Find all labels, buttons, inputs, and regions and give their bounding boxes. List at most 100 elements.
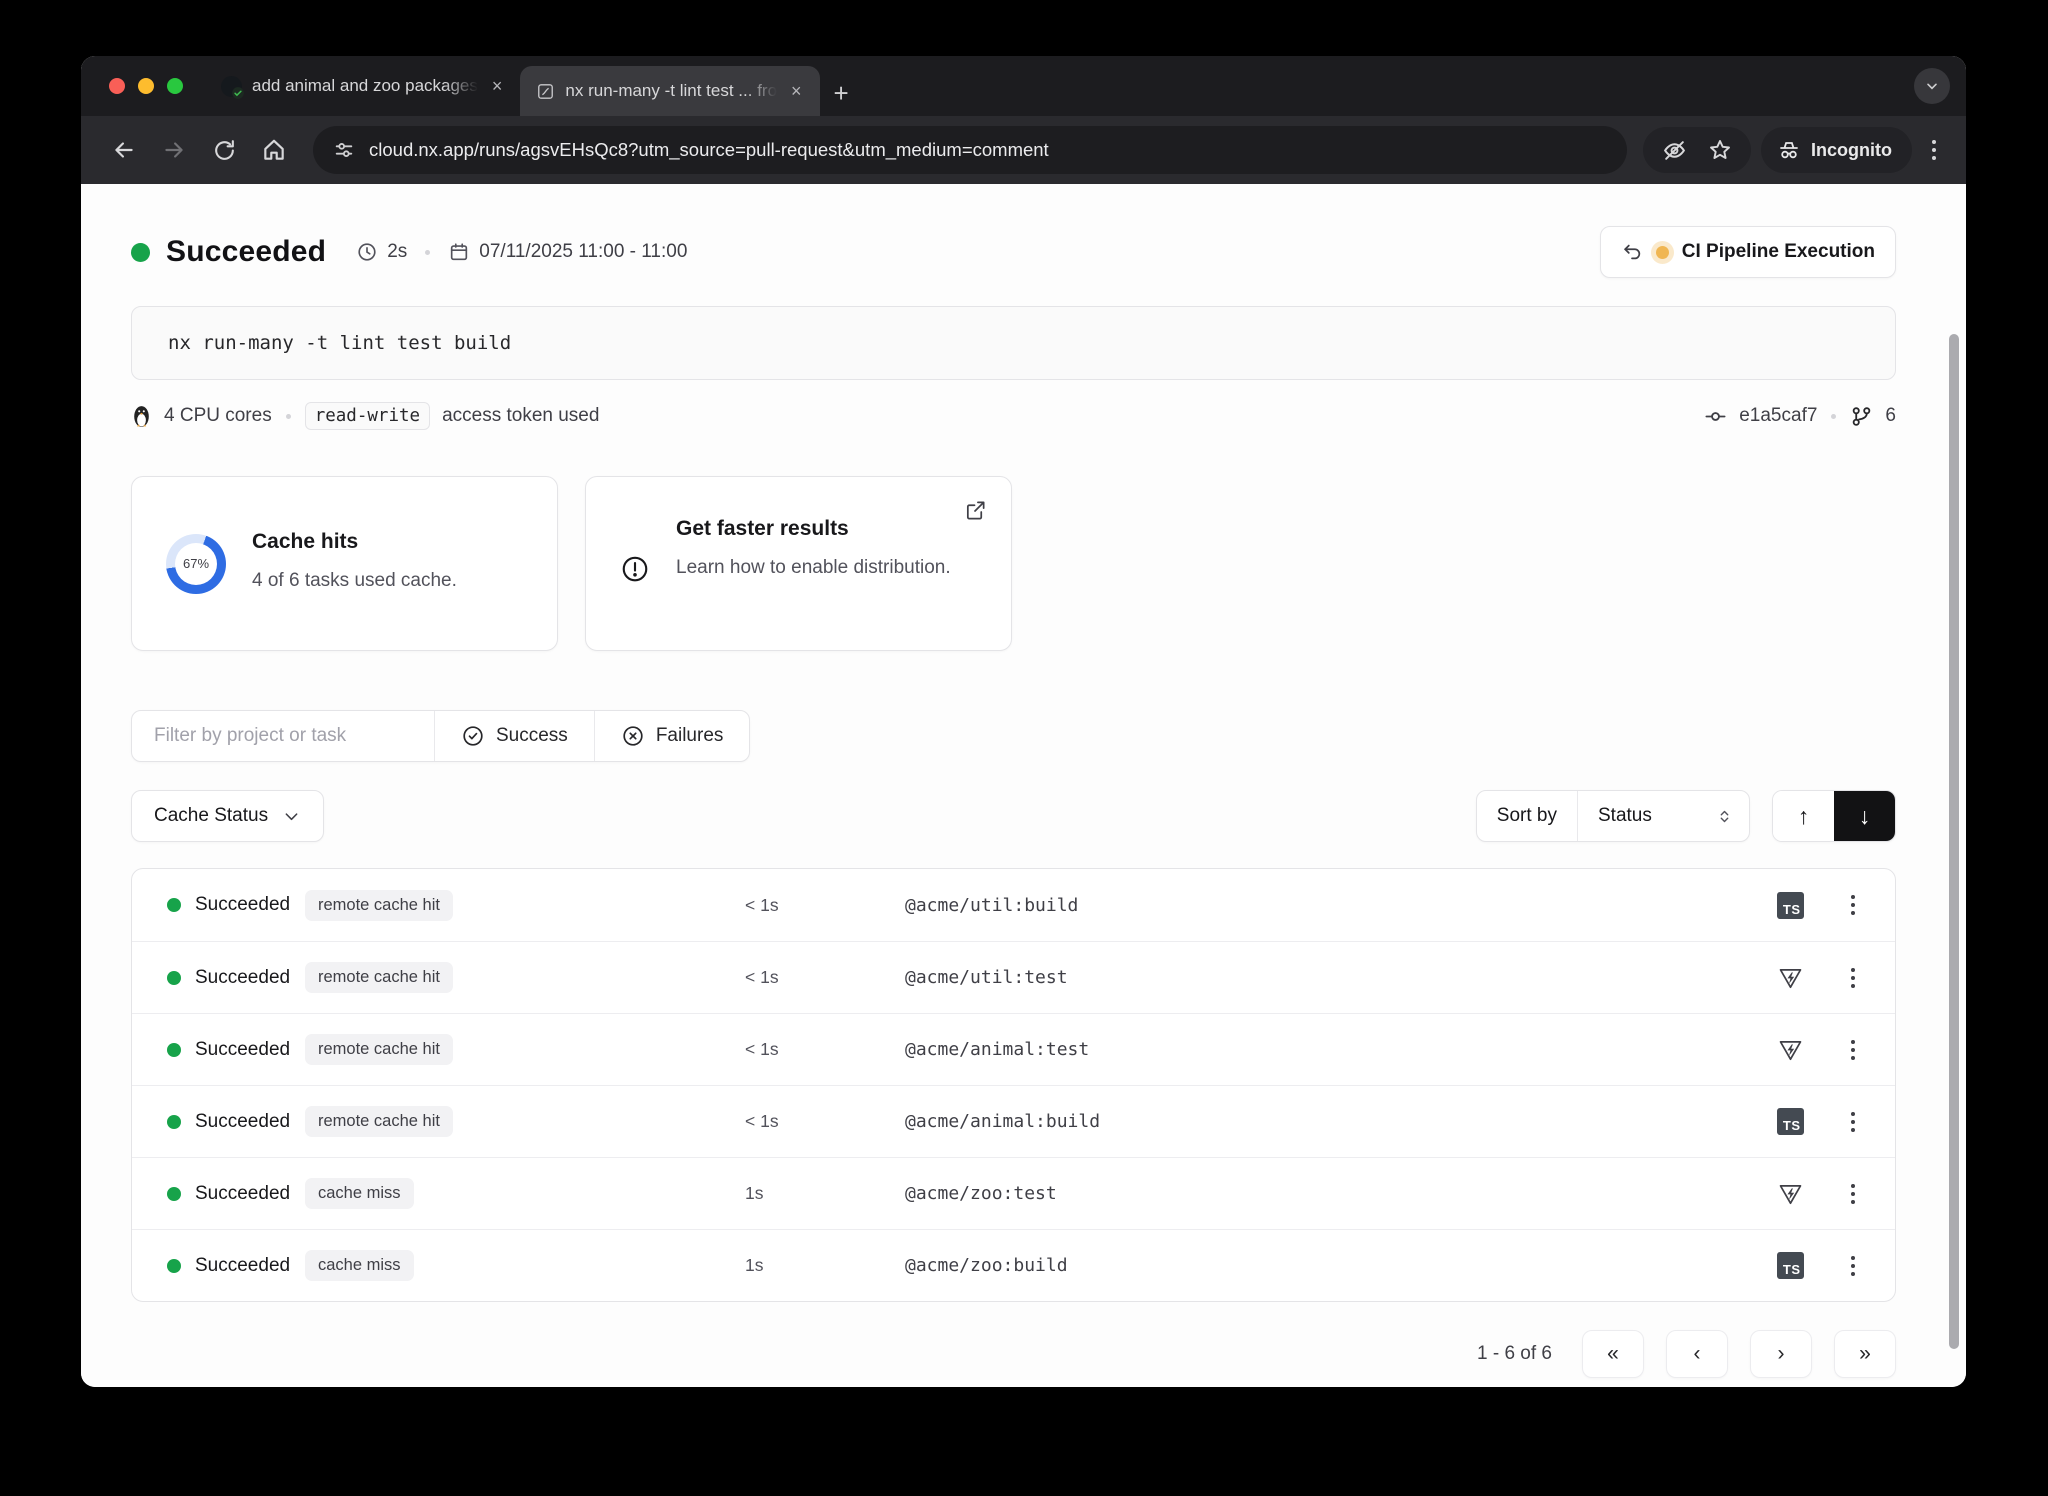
close-tab-icon[interactable]: × [488,74,507,99]
faster-results-card[interactable]: Get faster results Learn how to enable d… [585,476,1012,651]
home-button[interactable] [251,127,297,173]
filter-success-button[interactable]: Success [434,711,594,761]
pagination-label: 1 - 6 of 6 [1477,1343,1552,1365]
github-pr-check-icon [221,76,242,97]
eye-off-icon[interactable] [1653,127,1695,173]
task-name: @acme/zoo:test [905,1183,1755,1204]
table-row[interactable]: Succeeded cache miss 1s @acme/zoo:build … [132,1229,1895,1301]
task-status-dot [167,971,181,985]
pipeline-status-dot [1656,246,1669,259]
run-duration: 2s [356,241,407,263]
table-row[interactable]: Succeeded remote cache hit < 1s @acme/ut… [132,941,1895,1013]
filter-failures-button[interactable]: Failures [594,711,750,761]
bookmark-star-icon[interactable] [1699,127,1741,173]
table-row[interactable]: Succeeded cache miss 1s @acme/zoo:test T… [132,1157,1895,1229]
ci-pipeline-execution-button[interactable]: CI Pipeline Execution [1600,226,1896,278]
cache-status-chip: cache miss [305,1178,414,1209]
forward-button[interactable] [151,127,197,173]
sort-descending-button[interactable]: ↓ [1834,791,1895,841]
run-status-dot [131,243,150,262]
run-status-title: Succeeded [166,235,326,269]
task-name: @acme/animal:test [905,1039,1755,1060]
run-date-range: 07/11/2025 11:00 - 11:00 [448,241,687,263]
sort-ascending-button[interactable]: ↑ [1773,791,1834,841]
task-duration: < 1s [745,1111,905,1132]
check-circle-icon [461,724,485,748]
next-page-button[interactable]: › [1750,1330,1812,1378]
row-menu-icon[interactable] [1825,1184,1881,1204]
cache-status-dropdown[interactable]: Cache Status [131,790,324,842]
calendar-icon [448,241,470,263]
scrollbar-thumb[interactable] [1949,334,1959,1349]
maximize-window-button[interactable] [167,78,183,94]
task-name: @acme/animal:build [905,1111,1755,1132]
tab-search-button[interactable] [1914,68,1950,104]
first-page-button[interactable]: « [1582,1330,1644,1378]
cache-status-chip: remote cache hit [305,890,453,921]
row-menu-icon[interactable] [1825,895,1881,915]
pagination: 1 - 6 of 6 « ‹ › » [131,1330,1896,1378]
faster-card-title: Get faster results [676,517,977,541]
tab-pull-request[interactable]: add animal and zoo packages × [205,62,520,110]
task-name: @acme/util:build [905,895,1755,916]
typescript-icon: TS [1777,1252,1804,1279]
task-status-label: Succeeded [195,967,305,989]
row-menu-icon[interactable] [1825,968,1881,988]
filter-input[interactable] [132,711,434,761]
row-menu-icon[interactable] [1825,1040,1881,1060]
task-status-label: Succeeded [195,1039,305,1061]
cache-status-chip: remote cache hit [305,1106,453,1137]
access-token-kind: read-write [305,402,430,430]
table-row[interactable]: Succeeded remote cache hit < 1s @acme/an… [132,1085,1895,1157]
typescript-icon: TS [1777,1108,1804,1135]
select-chevrons-icon [1716,808,1733,825]
row-menu-icon[interactable] [1825,1256,1881,1276]
site-settings-icon[interactable] [333,139,355,161]
back-button[interactable] [101,127,147,173]
cpu-cores: 4 CPU cores [164,405,272,427]
chevron-down-icon [282,807,301,826]
task-status-dot [167,898,181,912]
incognito-badge[interactable]: Incognito [1761,127,1912,173]
task-status-label: Succeeded [195,1111,305,1133]
address-bar[interactable]: cloud.nx.app/runs/agsvEHsQc8?utm_source=… [313,126,1627,174]
access-token-text: access token used [442,405,599,427]
cache-card-title: Cache hits [252,530,457,554]
row-menu-icon[interactable] [1825,1112,1881,1132]
external-link-icon[interactable] [964,499,987,522]
cache-status-chip: cache miss [305,1250,414,1281]
browser-menu-icon[interactable] [1922,140,1946,160]
prev-page-button[interactable]: ‹ [1666,1330,1728,1378]
table-row[interactable]: Succeeded remote cache hit < 1s @acme/ut… [132,869,1895,941]
task-duration: < 1s [745,967,905,988]
browser-toolbar: cloud.nx.app/runs/agsvEHsQc8?utm_source=… [81,116,1966,184]
typescript-icon: TS [1777,892,1804,919]
branch-count[interactable]: 6 [1885,405,1896,427]
task-status-dot [167,1187,181,1201]
nx-icon [536,82,555,101]
cache-hits-card: 67% Cache hits 4 of 6 tasks used cache. [131,476,558,651]
tab-nx-run[interactable]: nx run-many -t lint test ... fro × [520,66,819,116]
task-status-dot [167,1115,181,1129]
last-page-button[interactable]: » [1834,1330,1896,1378]
git-branch-icon [1850,405,1873,428]
nx-cloud-run-page: Succeeded 2s 07/11/2025 11:00 - 11:00 CI… [81,184,1966,1387]
task-duration: 1s [745,1255,905,1276]
table-row[interactable]: Succeeded remote cache hit < 1s @acme/an… [132,1013,1895,1085]
cache-percent: 67% [183,556,209,571]
cache-status-chip: remote cache hit [305,1034,453,1065]
sort-field-select[interactable]: Status [1577,791,1749,841]
close-window-button[interactable] [109,78,125,94]
minimize-window-button[interactable] [138,78,154,94]
commit-sha[interactable]: e1a5caf7 [1739,405,1817,427]
task-status-dot [167,1259,181,1273]
filter-bar: Success Failures [131,710,750,762]
close-tab-icon[interactable]: × [787,79,806,104]
sort-group: Sort by Status [1476,790,1750,842]
task-table: Succeeded remote cache hit < 1s @acme/ut… [131,868,1896,1302]
task-name: @acme/zoo:build [905,1255,1755,1276]
reload-button[interactable] [201,127,247,173]
x-circle-icon [621,724,645,748]
linux-icon [131,404,152,429]
new-tab-button[interactable]: + [820,80,865,116]
